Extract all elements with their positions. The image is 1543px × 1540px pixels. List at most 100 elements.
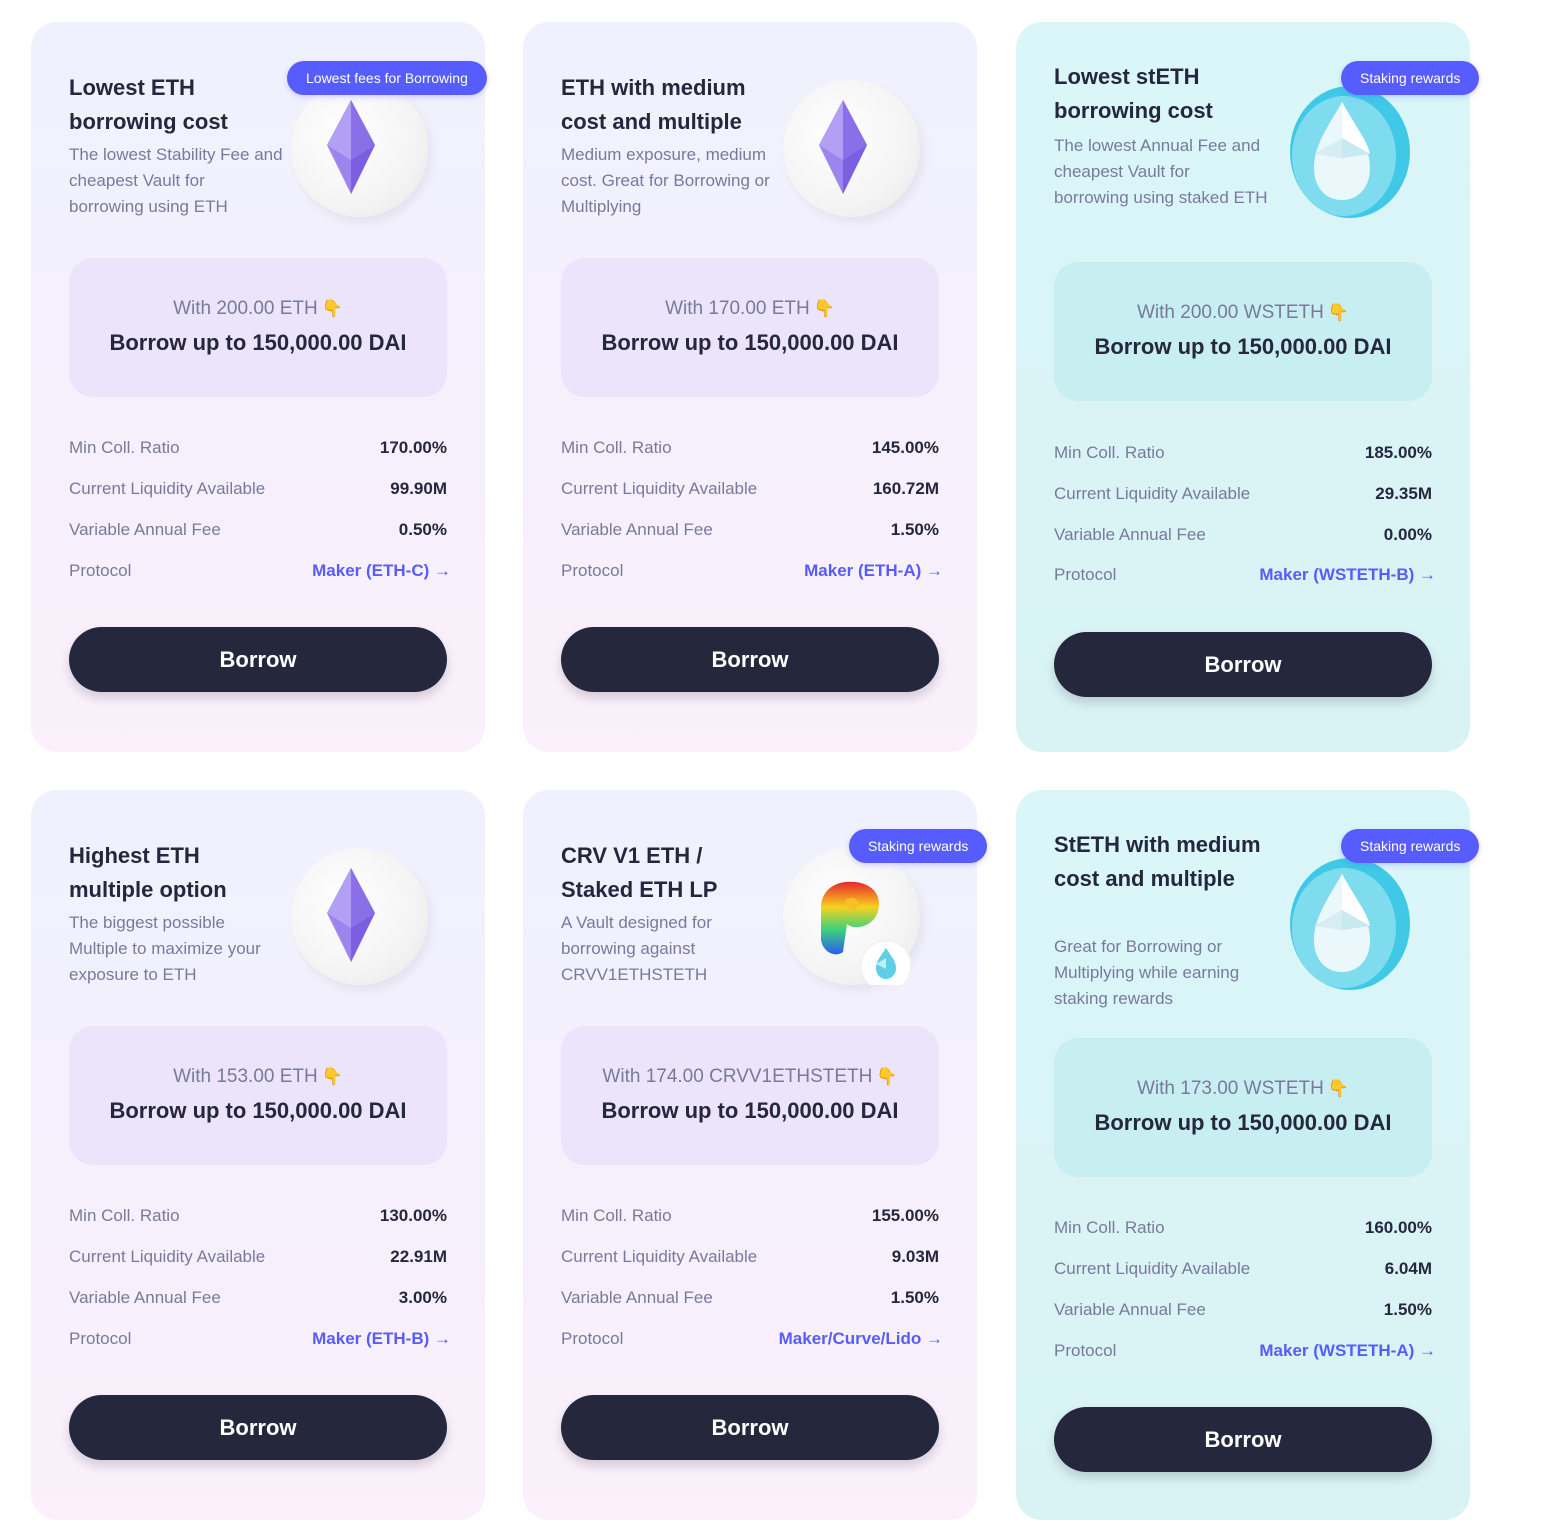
liquidity-row: Current Liquidity Available 22.91M bbox=[69, 1247, 447, 1266]
hand-down-icon: 👇 bbox=[321, 1067, 343, 1086]
min-coll-row: Min Coll. Ratio 160.00% bbox=[1054, 1218, 1432, 1237]
collateral-amount: With 200.00 ETH bbox=[173, 298, 318, 319]
fee-row: Variable Annual Fee 3.00% bbox=[69, 1288, 447, 1307]
liquidity-value: 22.91M bbox=[390, 1247, 447, 1266]
card-description: The lowest Annual Fee and cheapest Vault… bbox=[1054, 136, 1268, 207]
card-title: StETH with medium cost and multiple bbox=[1054, 832, 1261, 891]
card-title: Lowest stETH borrowing cost bbox=[1054, 64, 1213, 123]
borrow-summary: With 200.00 WSTETH 👇 Borrow up to 150,000… bbox=[1054, 262, 1432, 401]
badge: Staking rewards bbox=[1341, 829, 1480, 863]
min-coll-value: 155.00% bbox=[871, 1206, 939, 1225]
min-coll-value: 145.00% bbox=[871, 438, 939, 457]
eth-icon bbox=[291, 848, 428, 985]
borrow-button[interactable]: Borrow bbox=[69, 1395, 447, 1460]
card-title: CRV V1 ETH / Staked ETH LP bbox=[561, 843, 718, 902]
card-title: Lowest ETH borrowing cost bbox=[69, 75, 228, 134]
borrow-amount: Borrow up to 150,000.00 DAI bbox=[109, 330, 407, 355]
borrow-summary: With 200.00 ETH 👇 Borrow up to 150,000.00… bbox=[69, 258, 447, 397]
liquidity-row: Current Liquidity Available 9.03M bbox=[561, 1247, 939, 1266]
fee-row: Variable Annual Fee 1.50% bbox=[561, 520, 939, 539]
borrow-button[interactable]: Borrow bbox=[561, 627, 939, 692]
product-card-wsteth-a: StETH with medium cost and multiple Grea… bbox=[1016, 790, 1480, 1520]
protocol-link[interactable]: Maker (WSTETH-A) → bbox=[1259, 1341, 1436, 1361]
card-title: ETH with medium cost and multiple bbox=[561, 75, 746, 134]
product-card-wsteth-b: Lowest stETH borrowing cost The lowest A… bbox=[1016, 22, 1480, 752]
min-coll-value: 160.00% bbox=[1364, 1218, 1432, 1237]
borrow-amount: Borrow up to 150,000.00 DAI bbox=[1094, 334, 1392, 359]
hand-down-icon: 👇 bbox=[1327, 1079, 1350, 1098]
borrow-summary: With 173.00 WSTETH 👇 Borrow up to 150,000… bbox=[1054, 1038, 1432, 1177]
min-coll-row: Min Coll. Ratio 170.00% bbox=[69, 438, 447, 457]
fee-value: 1.50% bbox=[890, 520, 939, 539]
borrow-amount: Borrow up to 150,000.00 DAI bbox=[109, 1098, 407, 1123]
steth-icon bbox=[1276, 84, 1413, 221]
min-coll-row: Min Coll. Ratio 185.00% bbox=[1054, 443, 1432, 462]
collateral-amount: With 200.00 WSTETH bbox=[1136, 302, 1324, 323]
fee-value: 1.50% bbox=[890, 1288, 939, 1307]
liquidity-row: Current Liquidity Available 160.72M bbox=[561, 479, 939, 498]
liquidity-value: 99.90M bbox=[390, 479, 447, 498]
min-coll-value: 185.00% bbox=[1364, 443, 1432, 462]
fee-row: Variable Annual Fee 0.00% bbox=[1054, 525, 1432, 544]
protocol-link[interactable]: Maker/Curve/Lido → bbox=[779, 1329, 943, 1349]
protocol-link[interactable]: Maker (WSTETH-B) → bbox=[1259, 565, 1436, 585]
liquidity-row: Current Liquidity Available 6.04M bbox=[1054, 1259, 1432, 1278]
fee-value: 1.50% bbox=[1383, 1300, 1432, 1319]
hand-down-icon: 👇 bbox=[813, 299, 835, 318]
card-title: Highest ETH multiple option bbox=[69, 843, 227, 902]
fee-row: Variable Annual Fee 0.50% bbox=[69, 520, 447, 539]
borrow-amount: Borrow up to 150,000.00 DAI bbox=[601, 1098, 899, 1123]
min-coll-row: Min Coll. Ratio 155.00% bbox=[561, 1206, 939, 1225]
steth-icon bbox=[1276, 856, 1413, 993]
product-card-eth-a: ETH with medium cost and multiple Medium… bbox=[523, 22, 977, 752]
protocol-link[interactable]: Maker (ETH-C) → bbox=[312, 561, 451, 581]
card-description: The lowest Stability Fee and cheapest Va… bbox=[69, 145, 283, 216]
hand-down-icon: 👇 bbox=[1327, 303, 1350, 322]
fee-row: Variable Annual Fee 1.50% bbox=[1054, 1300, 1432, 1319]
eth-icon bbox=[291, 80, 428, 217]
product-card-crv-lp: CRV V1 ETH / Staked ETH LP A Vault desig… bbox=[523, 790, 988, 1520]
min-coll-row: Min Coll. Ratio 130.00% bbox=[69, 1206, 447, 1225]
curve-lp-icon bbox=[783, 848, 920, 985]
protocol-link[interactable]: Maker (ETH-B) → bbox=[312, 1329, 451, 1349]
card-description: Great for Borrowing or Multiplying while… bbox=[1054, 937, 1240, 1008]
protocol-row: Protocol Maker (ETH-C) → bbox=[69, 561, 451, 581]
eth-icon bbox=[783, 80, 920, 217]
borrow-button[interactable]: Borrow bbox=[561, 1395, 939, 1460]
protocol-row: Protocol Maker (ETH-B) → bbox=[69, 1329, 451, 1349]
min-coll-value: 130.00% bbox=[379, 1206, 447, 1225]
borrow-summary: With 174.00 CRVV1ETHSTETH 👇 Borrow up to … bbox=[561, 1026, 939, 1165]
borrow-button[interactable]: Borrow bbox=[1054, 632, 1432, 697]
protocol-row: Protocol Maker (WSTETH-B) → bbox=[1054, 565, 1436, 585]
collateral-amount: With 170.00 ETH bbox=[665, 298, 810, 319]
min-coll-value: 170.00% bbox=[379, 438, 447, 457]
borrow-button[interactable]: Borrow bbox=[69, 627, 447, 692]
product-card-eth-b: Highest ETH multiple option The biggest … bbox=[31, 790, 485, 1520]
collateral-amount: With 173.00 WSTETH bbox=[1136, 1078, 1324, 1099]
liquidity-value: 6.04M bbox=[1384, 1259, 1432, 1278]
liquidity-row: Current Liquidity Available 29.35M bbox=[1054, 484, 1432, 503]
borrow-summary: With 153.00 ETH 👇 Borrow up to 150,000.00… bbox=[69, 1026, 447, 1165]
liquidity-value: 29.35M bbox=[1375, 484, 1432, 503]
liquidity-row: Current Liquidity Available 99.90M bbox=[69, 479, 447, 498]
hand-down-icon: 👇 bbox=[876, 1067, 898, 1086]
borrow-summary: With 170.00 ETH 👇 Borrow up to 150,000.00… bbox=[561, 258, 939, 397]
protocol-link[interactable]: Maker (ETH-A) → bbox=[804, 561, 943, 581]
fee-value: 0.00% bbox=[1383, 525, 1432, 544]
fee-value: 0.50% bbox=[398, 520, 447, 539]
badge: Lowest fees for Borrowing bbox=[287, 61, 487, 95]
borrow-amount: Borrow up to 150,000.00 DAI bbox=[601, 330, 899, 355]
hand-down-icon: 👇 bbox=[321, 299, 343, 318]
liquidity-value: 160.72M bbox=[872, 479, 939, 498]
borrow-button[interactable]: Borrow bbox=[1054, 1407, 1432, 1472]
card-description: The biggest possible Multiple to maximiz… bbox=[69, 913, 261, 984]
protocol-row: Protocol Maker (ETH-A) → bbox=[561, 561, 943, 581]
fee-value: 3.00% bbox=[398, 1288, 447, 1307]
liquidity-value: 9.03M bbox=[891, 1247, 939, 1266]
borrow-amount: Borrow up to 150,000.00 DAI bbox=[1094, 1110, 1392, 1135]
protocol-row: Protocol Maker/Curve/Lido → bbox=[561, 1329, 943, 1349]
collateral-amount: With 153.00 ETH bbox=[173, 1066, 318, 1087]
card-description: A Vault designed for borrowing against C… bbox=[561, 913, 712, 984]
min-coll-row: Min Coll. Ratio 145.00% bbox=[561, 438, 939, 457]
fee-row: Variable Annual Fee 1.50% bbox=[561, 1288, 939, 1307]
